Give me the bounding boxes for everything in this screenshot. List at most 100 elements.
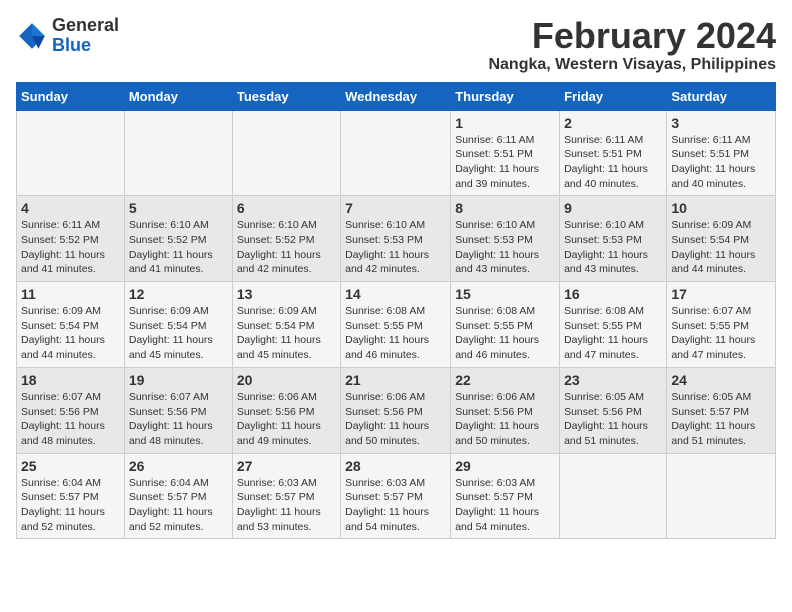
calendar-cell: 19 Sunrise: 6:07 AM Sunset: 5:56 PM Dayli… xyxy=(124,367,232,453)
day-info: Sunrise: 6:06 AM Sunset: 5:56 PM Dayligh… xyxy=(345,390,446,449)
col-wednesday: Wednesday xyxy=(341,82,451,110)
title-block: February 2024 Nangka, Western Visayas, P… xyxy=(488,16,776,74)
day-info: Sunrise: 6:10 AM Sunset: 5:53 PM Dayligh… xyxy=(345,218,446,277)
header: General Blue February 2024 Nangka, Weste… xyxy=(16,16,776,74)
day-info: Sunrise: 6:10 AM Sunset: 5:52 PM Dayligh… xyxy=(129,218,228,277)
logo-icon xyxy=(16,20,48,52)
day-info: Sunrise: 6:11 AM Sunset: 5:52 PM Dayligh… xyxy=(21,218,120,277)
day-info: Sunrise: 6:09 AM Sunset: 5:54 PM Dayligh… xyxy=(237,304,336,363)
day-number: 6 xyxy=(237,200,336,216)
day-info: Sunrise: 6:04 AM Sunset: 5:57 PM Dayligh… xyxy=(129,476,228,535)
calendar-cell xyxy=(667,453,776,539)
calendar-cell xyxy=(232,110,340,196)
day-number: 8 xyxy=(455,200,555,216)
day-info: Sunrise: 6:07 AM Sunset: 5:56 PM Dayligh… xyxy=(129,390,228,449)
calendar-cell: 25 Sunrise: 6:04 AM Sunset: 5:57 PM Dayli… xyxy=(17,453,125,539)
day-number: 28 xyxy=(345,458,446,474)
calendar-cell: 7 Sunrise: 6:10 AM Sunset: 5:53 PM Daylig… xyxy=(341,196,451,282)
calendar-cell: 9 Sunrise: 6:10 AM Sunset: 5:53 PM Daylig… xyxy=(560,196,667,282)
day-number: 18 xyxy=(21,372,120,388)
day-number: 2 xyxy=(564,115,662,131)
calendar-cell: 6Sunrise: 6:10 AM Sunset: 5:52 PM Daylig… xyxy=(232,196,340,282)
calendar-cell: 22 Sunrise: 6:06 AM Sunset: 5:56 PM Dayli… xyxy=(451,367,560,453)
day-info: Sunrise: 6:03 AM Sunset: 5:57 PM Dayligh… xyxy=(455,476,555,535)
day-number: 22 xyxy=(455,372,555,388)
calendar-table: Sunday Monday Tuesday Wednesday Thursday… xyxy=(16,82,776,540)
calendar-cell xyxy=(560,453,667,539)
calendar-cell xyxy=(124,110,232,196)
day-number: 10 xyxy=(671,200,771,216)
calendar-cell: 15Sunrise: 6:08 AM Sunset: 5:55 PM Dayli… xyxy=(451,282,560,368)
col-monday: Monday xyxy=(124,82,232,110)
day-number: 29 xyxy=(455,458,555,474)
calendar-body: 1 Sunrise: 6:11 AM Sunset: 5:51 PM Daylig… xyxy=(17,110,776,539)
day-info: Sunrise: 6:05 AM Sunset: 5:57 PM Dayligh… xyxy=(671,390,771,449)
col-friday: Friday xyxy=(560,82,667,110)
calendar-week-1: 4Sunrise: 6:11 AM Sunset: 5:52 PM Daylig… xyxy=(17,196,776,282)
day-number: 12 xyxy=(129,286,228,302)
calendar-week-3: 18 Sunrise: 6:07 AM Sunset: 5:56 PM Dayli… xyxy=(17,367,776,453)
calendar-cell: 5 Sunrise: 6:10 AM Sunset: 5:52 PM Daylig… xyxy=(124,196,232,282)
day-number: 5 xyxy=(129,200,228,216)
calendar-cell: 13 Sunrise: 6:09 AM Sunset: 5:54 PM Dayli… xyxy=(232,282,340,368)
day-number: 11 xyxy=(21,286,120,302)
calendar-cell: 3 Sunrise: 6:11 AM Sunset: 5:51 PM Daylig… xyxy=(667,110,776,196)
calendar-cell xyxy=(341,110,451,196)
day-number: 21 xyxy=(345,372,446,388)
day-number: 25 xyxy=(21,458,120,474)
day-number: 13 xyxy=(237,286,336,302)
calendar-week-0: 1 Sunrise: 6:11 AM Sunset: 5:51 PM Daylig… xyxy=(17,110,776,196)
calendar-cell: 10Sunrise: 6:09 AM Sunset: 5:54 PM Dayli… xyxy=(667,196,776,282)
calendar-cell: 21 Sunrise: 6:06 AM Sunset: 5:56 PM Dayli… xyxy=(341,367,451,453)
location: Nangka, Western Visayas, Philippines xyxy=(488,56,776,74)
day-number: 20 xyxy=(237,372,336,388)
logo-text: General Blue xyxy=(52,16,119,56)
day-info: Sunrise: 6:09 AM Sunset: 5:54 PM Dayligh… xyxy=(21,304,120,363)
calendar-cell: 24 Sunrise: 6:05 AM Sunset: 5:57 PM Dayli… xyxy=(667,367,776,453)
col-saturday: Saturday xyxy=(667,82,776,110)
day-number: 3 xyxy=(671,115,771,131)
logo: General Blue xyxy=(16,16,119,56)
day-number: 9 xyxy=(564,200,662,216)
day-info: Sunrise: 6:03 AM Sunset: 5:57 PM Dayligh… xyxy=(237,476,336,535)
calendar-cell: 17 Sunrise: 6:07 AM Sunset: 5:55 PM Dayli… xyxy=(667,282,776,368)
calendar-cell: 23Sunrise: 6:05 AM Sunset: 5:56 PM Dayli… xyxy=(560,367,667,453)
day-info: Sunrise: 6:11 AM Sunset: 5:51 PM Dayligh… xyxy=(564,133,662,192)
day-info: Sunrise: 6:07 AM Sunset: 5:55 PM Dayligh… xyxy=(671,304,771,363)
day-number: 19 xyxy=(129,372,228,388)
page-wrapper: General Blue February 2024 Nangka, Weste… xyxy=(16,16,776,539)
day-info: Sunrise: 6:10 AM Sunset: 5:53 PM Dayligh… xyxy=(564,218,662,277)
day-info: Sunrise: 6:06 AM Sunset: 5:56 PM Dayligh… xyxy=(455,390,555,449)
day-number: 7 xyxy=(345,200,446,216)
month-title: February 2024 xyxy=(488,16,776,56)
calendar-week-4: 25 Sunrise: 6:04 AM Sunset: 5:57 PM Dayli… xyxy=(17,453,776,539)
header-row: Sunday Monday Tuesday Wednesday Thursday… xyxy=(17,82,776,110)
calendar-cell: 27Sunrise: 6:03 AM Sunset: 5:57 PM Dayli… xyxy=(232,453,340,539)
calendar-cell: 2 Sunrise: 6:11 AM Sunset: 5:51 PM Daylig… xyxy=(560,110,667,196)
day-info: Sunrise: 6:03 AM Sunset: 5:57 PM Dayligh… xyxy=(345,476,446,535)
day-info: Sunrise: 6:07 AM Sunset: 5:56 PM Dayligh… xyxy=(21,390,120,449)
day-number: 15 xyxy=(455,286,555,302)
day-info: Sunrise: 6:11 AM Sunset: 5:51 PM Dayligh… xyxy=(671,133,771,192)
col-sunday: Sunday xyxy=(17,82,125,110)
day-info: Sunrise: 6:09 AM Sunset: 5:54 PM Dayligh… xyxy=(129,304,228,363)
col-tuesday: Tuesday xyxy=(232,82,340,110)
day-info: Sunrise: 6:04 AM Sunset: 5:57 PM Dayligh… xyxy=(21,476,120,535)
calendar-cell: 28 Sunrise: 6:03 AM Sunset: 5:57 PM Dayli… xyxy=(341,453,451,539)
day-number: 23 xyxy=(564,372,662,388)
day-info: Sunrise: 6:08 AM Sunset: 5:55 PM Dayligh… xyxy=(564,304,662,363)
day-info: Sunrise: 6:08 AM Sunset: 5:55 PM Dayligh… xyxy=(345,304,446,363)
calendar-cell: 29 Sunrise: 6:03 AM Sunset: 5:57 PM Dayli… xyxy=(451,453,560,539)
calendar-cell: 18 Sunrise: 6:07 AM Sunset: 5:56 PM Dayli… xyxy=(17,367,125,453)
calendar-cell xyxy=(17,110,125,196)
day-number: 17 xyxy=(671,286,771,302)
calendar-cell: 4Sunrise: 6:11 AM Sunset: 5:52 PM Daylig… xyxy=(17,196,125,282)
day-info: Sunrise: 6:06 AM Sunset: 5:56 PM Dayligh… xyxy=(237,390,336,449)
calendar-week-2: 11 Sunrise: 6:09 AM Sunset: 5:54 PM Dayli… xyxy=(17,282,776,368)
logo-blue: Blue xyxy=(52,35,91,55)
day-number: 1 xyxy=(455,115,555,131)
calendar-cell: 1Sunrise: 6:11 AM Sunset: 5:51 PM Daylig… xyxy=(451,110,560,196)
calendar-cell: 14 Sunrise: 6:08 AM Sunset: 5:55 PM Dayli… xyxy=(341,282,451,368)
day-number: 24 xyxy=(671,372,771,388)
day-number: 14 xyxy=(345,286,446,302)
